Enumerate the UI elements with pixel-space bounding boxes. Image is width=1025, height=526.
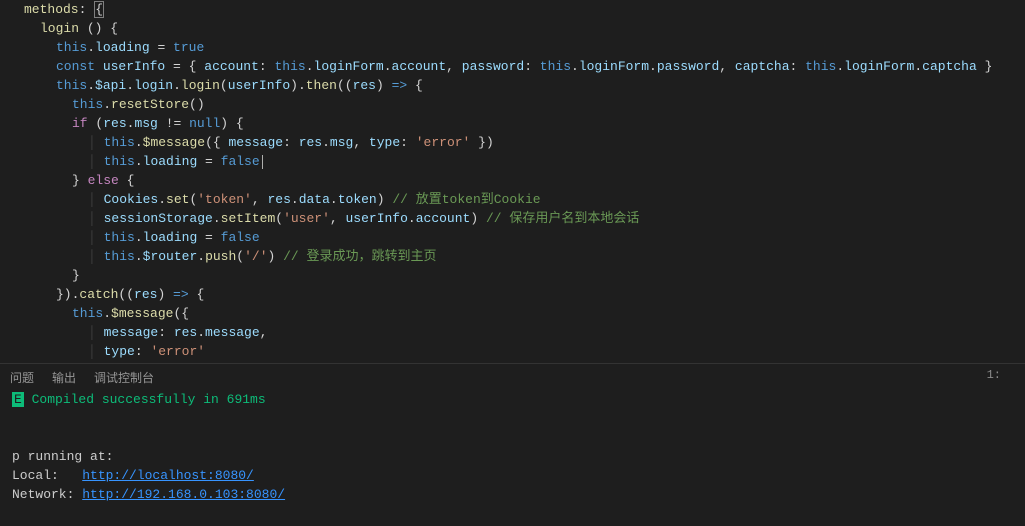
terminal-line: Network: http://192.168.0.103:8080/ — [4, 485, 1025, 504]
code-line: │ message: res.message, — [0, 323, 1025, 342]
code-line: │ this.$router.push('/') // 登录成功，跳转到主页 — [0, 247, 1025, 266]
code-line: this.$api.login.login(userInfo).then((re… — [0, 76, 1025, 95]
terminal-line: Local: http://localhost:8080/ — [4, 466, 1025, 485]
code-line: if (res.msg != null) { — [0, 114, 1025, 133]
code-line: }).catch((res) => { — [0, 285, 1025, 304]
code-editor[interactable]: methods: { login () { this.loading = tru… — [0, 0, 1025, 363]
terminal-line — [4, 409, 1025, 428]
code-line: │ type: 'error' — [0, 342, 1025, 361]
code-line: │ Cookies.set('token', res.data.token) /… — [0, 190, 1025, 209]
text-cursor — [262, 155, 263, 169]
tab-problems[interactable]: 问题 — [10, 369, 34, 386]
code-line: │ this.$message({ message: res.msg, type… — [0, 133, 1025, 152]
tab-debug-console[interactable]: 调试控制台 — [94, 369, 154, 386]
code-line: this.$message({ — [0, 304, 1025, 323]
terminal-line: E Compiled successfully in 691ms — [4, 390, 1025, 409]
local-url-link[interactable]: http://localhost:8080/ — [82, 468, 254, 483]
code-line: this.resetStore() — [0, 95, 1025, 114]
code-line: } — [0, 266, 1025, 285]
terminal-line: p running at: — [4, 447, 1025, 466]
done-badge: E — [12, 392, 24, 407]
code-line: } else { — [0, 171, 1025, 190]
code-line: │ this.loading = false — [0, 228, 1025, 247]
code-line: this.loading = true — [0, 38, 1025, 57]
terminal-panel[interactable]: E Compiled successfully in 691ms p runni… — [0, 390, 1025, 526]
panel-tabs: 问题 输出 调试控制台 1: — [0, 363, 1025, 390]
code-line: const userInfo = { account: this.loginFo… — [0, 57, 1025, 76]
terminal-line — [4, 428, 1025, 447]
tab-output[interactable]: 输出 — [52, 369, 76, 386]
line-column-indicator: 1: — [987, 368, 1001, 382]
code-line: │ this.loading = false — [0, 152, 1025, 171]
code-line: │ sessionStorage.setItem('user', userInf… — [0, 209, 1025, 228]
code-line: login () { — [0, 19, 1025, 38]
code-line: methods: { — [0, 0, 1025, 19]
network-url-link[interactable]: http://192.168.0.103:8080/ — [82, 487, 285, 502]
